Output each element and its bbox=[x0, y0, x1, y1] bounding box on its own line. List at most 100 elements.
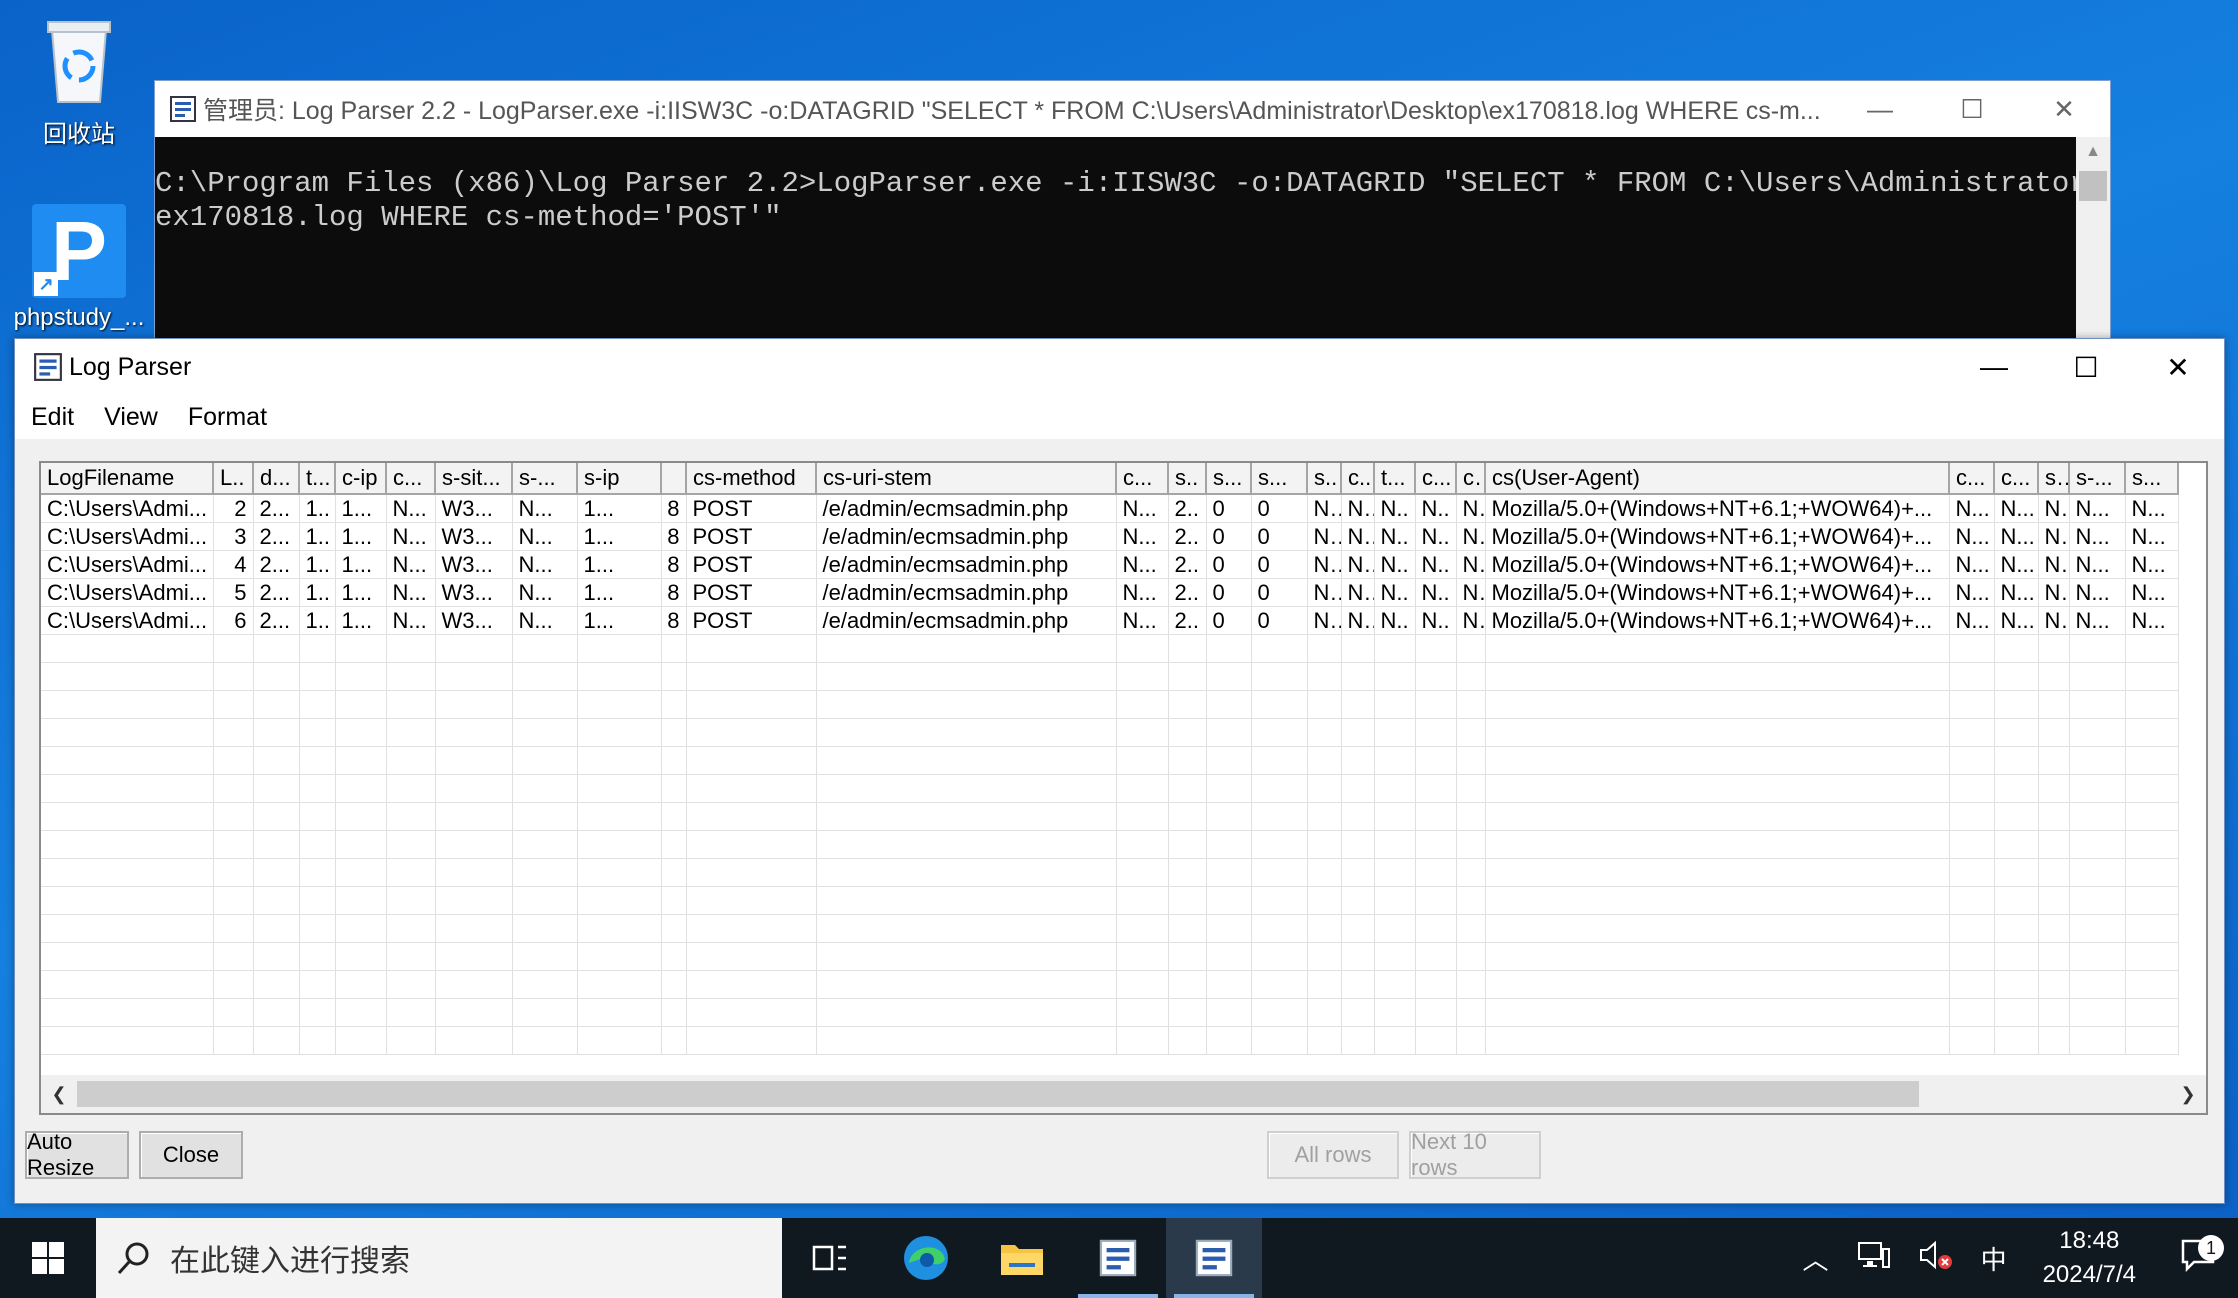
logparser-titlebar[interactable]: Log Parser — ☐ ✕ bbox=[15, 339, 2224, 395]
column-header[interactable]: s... bbox=[2125, 463, 2179, 495]
close-button[interactable]: Close bbox=[139, 1131, 243, 1179]
empty-cell bbox=[1251, 942, 1308, 971]
console-titlebar[interactable]: 管理员: Log Parser 2.2 - LogParser.exe -i:I… bbox=[155, 81, 2110, 137]
column-header[interactable]: s.. bbox=[1307, 463, 1342, 495]
table-cell: 0 bbox=[1251, 578, 1308, 607]
column-header[interactable]: L.. bbox=[213, 463, 254, 495]
menu-view[interactable]: View bbox=[89, 403, 173, 432]
console-output[interactable]: C:\Program Files (x86)\Log Parser 2.2>Lo… bbox=[155, 137, 2076, 341]
column-header[interactable]: c-ip bbox=[335, 463, 387, 495]
column-header[interactable]: c... bbox=[1994, 463, 2039, 495]
minimize-icon[interactable]: — bbox=[1948, 339, 2040, 395]
volume-muted-icon[interactable] bbox=[1905, 1240, 1967, 1277]
column-header[interactable]: c... bbox=[386, 463, 436, 495]
console-window[interactable]: 管理员: Log Parser 2.2 - LogParser.exe -i:I… bbox=[154, 80, 2111, 342]
taskbar-logparser-console[interactable] bbox=[1070, 1218, 1166, 1298]
column-header[interactable]: s.. bbox=[2038, 463, 2070, 495]
table-row[interactable]: C:\Users\Admi... 5 2... 1.. 1... N... W3... N..… bbox=[41, 578, 2179, 607]
table-cell: N... bbox=[2125, 578, 2179, 607]
empty-cell bbox=[1116, 802, 1169, 831]
taskbar-search-box[interactable]: 在此键入进行搜索 bbox=[96, 1218, 782, 1298]
column-header[interactable]: c... bbox=[1116, 463, 1169, 495]
column-header[interactable]: cs-uri-stem bbox=[816, 463, 1117, 495]
taskbar-clock[interactable]: 18:48 2024/7/4 bbox=[2021, 1224, 2158, 1292]
empty-cell bbox=[253, 914, 300, 943]
empty-cell bbox=[41, 858, 214, 887]
start-button[interactable] bbox=[0, 1218, 96, 1298]
auto-resize-button[interactable]: Auto Resize bbox=[25, 1129, 129, 1180]
desktop-icon-recycle-bin[interactable]: 回收站 bbox=[4, 8, 154, 149]
close-icon[interactable]: ✕ bbox=[2132, 339, 2224, 395]
scroll-thumb[interactable] bbox=[2079, 171, 2107, 201]
horizontal-scrollbar[interactable]: ❮ ❯ bbox=[41, 1075, 2206, 1113]
close-icon[interactable]: ✕ bbox=[2018, 81, 2110, 137]
scroll-left-icon[interactable]: ❮ bbox=[41, 1084, 77, 1105]
empty-cell bbox=[816, 746, 1117, 775]
table-row[interactable]: C:\Users\Admi... 3 2... 1.. 1... N... W3... N..… bbox=[41, 522, 2179, 551]
empty-cell bbox=[661, 662, 687, 691]
console-scrollbar[interactable]: ▲ bbox=[2076, 137, 2110, 341]
empty-cell bbox=[1994, 1026, 2039, 1055]
ime-indicator[interactable]: 中 bbox=[1967, 1240, 2021, 1277]
task-view-button[interactable] bbox=[782, 1218, 878, 1298]
empty-cell bbox=[1415, 886, 1457, 915]
column-header[interactable]: s... bbox=[1251, 463, 1308, 495]
next-rows-button[interactable]: Next 10 rows bbox=[1409, 1129, 1541, 1180]
data-grid[interactable]: LogFilename L.. d... t... c-ip c... s-sit... s-… bbox=[39, 461, 2208, 1115]
table-cell: N.. bbox=[1415, 550, 1457, 579]
scroll-thumb[interactable] bbox=[77, 1081, 1919, 1107]
column-header[interactable]: LogFilename bbox=[41, 463, 214, 495]
logparser-window[interactable]: Log Parser — ☐ ✕ Edit View Format LogFil… bbox=[14, 338, 2225, 1204]
network-icon[interactable] bbox=[1843, 1241, 1905, 1276]
empty-cell bbox=[435, 718, 513, 747]
table-cell: N... bbox=[1949, 606, 1995, 635]
empty-cell bbox=[335, 718, 387, 747]
taskbar-logparser-grid[interactable] bbox=[1166, 1218, 1262, 1298]
column-header[interactable]: s... bbox=[1206, 463, 1252, 495]
scroll-right-icon[interactable]: ❯ bbox=[2170, 1084, 2206, 1105]
column-header[interactable]: t... bbox=[1374, 463, 1416, 495]
column-header[interactable] bbox=[661, 463, 687, 495]
column-header[interactable]: s.. bbox=[1168, 463, 1207, 495]
menu-edit[interactable]: Edit bbox=[15, 403, 89, 432]
empty-cell bbox=[1949, 634, 1995, 663]
empty-cell bbox=[1485, 718, 1950, 747]
empty-cell bbox=[1116, 942, 1169, 971]
column-header[interactable]: cs(User-Agent) bbox=[1485, 463, 1950, 495]
column-header[interactable]: s-ip bbox=[577, 463, 662, 495]
empty-cell bbox=[816, 886, 1117, 915]
empty-cell bbox=[686, 970, 817, 999]
column-header[interactable]: t... bbox=[299, 463, 336, 495]
empty-cell bbox=[1116, 662, 1169, 691]
column-header[interactable]: d... bbox=[253, 463, 300, 495]
empty-cell bbox=[1251, 886, 1308, 915]
empty-cell bbox=[386, 1026, 436, 1055]
scroll-up-icon[interactable]: ▲ bbox=[2076, 137, 2110, 167]
column-header[interactable]: cs-method bbox=[686, 463, 817, 495]
column-header[interactable]: c... bbox=[1415, 463, 1457, 495]
column-header[interactable]: c.. bbox=[1341, 463, 1375, 495]
empty-cell bbox=[1374, 998, 1416, 1027]
all-rows-button[interactable]: All rows bbox=[1267, 1131, 1399, 1179]
empty-cell bbox=[299, 802, 336, 831]
table-row[interactable]: C:\Users\Admi... 4 2... 1.. 1... N... W3... N..… bbox=[41, 550, 2179, 579]
column-header[interactable]: s-... bbox=[2069, 463, 2126, 495]
table-row[interactable]: C:\Users\Admi... 6 2... 1.. 1... N... W3... N..… bbox=[41, 606, 2179, 635]
column-header[interactable]: c... bbox=[1949, 463, 1995, 495]
column-header[interactable]: c.. bbox=[1456, 463, 1486, 495]
notification-button[interactable]: 1 bbox=[2158, 1234, 2238, 1279]
maximize-icon[interactable]: ☐ bbox=[2040, 339, 2132, 395]
table-cell: N.. bbox=[2038, 578, 2070, 607]
taskbar-file-explorer[interactable] bbox=[974, 1218, 1070, 1298]
desktop-icon-phpstudy[interactable]: P ↗ phpstudy_... bbox=[4, 204, 154, 332]
column-header[interactable]: s-... bbox=[512, 463, 578, 495]
menu-format[interactable]: Format bbox=[173, 403, 282, 432]
chevron-up-icon[interactable]: ︿ bbox=[1789, 1240, 1843, 1277]
taskbar-edge[interactable] bbox=[878, 1218, 974, 1298]
column-header[interactable]: s-sit... bbox=[435, 463, 513, 495]
minimize-icon[interactable]: — bbox=[1834, 81, 1926, 137]
maximize-icon[interactable]: ☐ bbox=[1926, 81, 2018, 137]
empty-cell bbox=[661, 690, 687, 719]
file-explorer-icon bbox=[1001, 1245, 1043, 1275]
table-row[interactable]: C:\Users\Admi... 2 2... 1.. 1... N... W3... N..… bbox=[41, 494, 2179, 523]
